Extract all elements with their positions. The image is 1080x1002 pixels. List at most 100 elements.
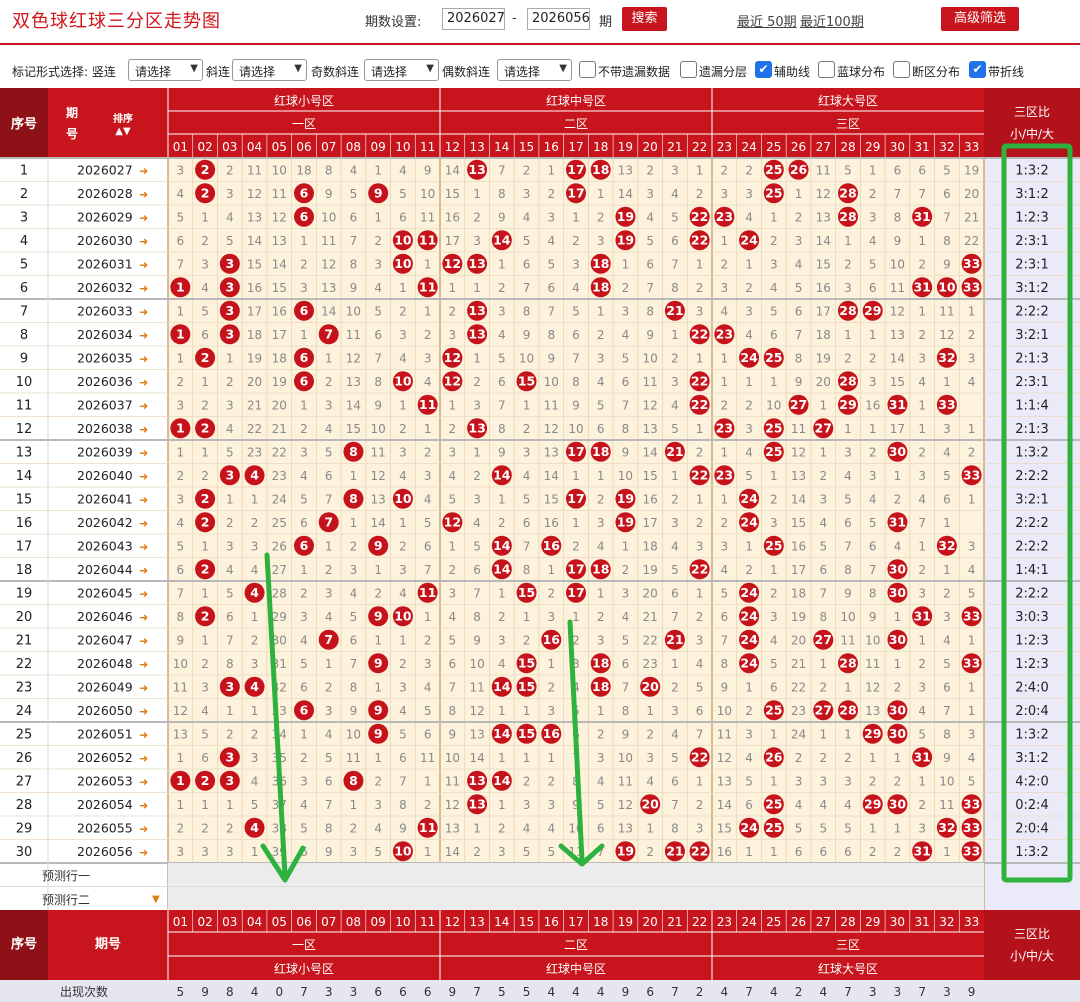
row-period: 2026040 xyxy=(77,468,133,483)
omission-value: 11 xyxy=(371,445,386,459)
omission-value: 3 xyxy=(523,445,531,459)
sort-label[interactable]: 排序 xyxy=(113,112,133,125)
period-arrow-icon[interactable]: ➜ xyxy=(139,658,148,671)
period-arrow-icon[interactable]: ➜ xyxy=(139,399,148,412)
ball-col-footer: 26 xyxy=(791,915,806,929)
omission-value: 22 xyxy=(272,445,287,459)
omission-value: 1 xyxy=(770,563,778,577)
row-seq: 27 xyxy=(16,774,33,789)
ball-col-footer: 25 xyxy=(766,915,781,929)
omission-value: 5 xyxy=(350,187,358,201)
period-arrow-icon[interactable]: ➜ xyxy=(139,470,148,483)
omission-value: 6 xyxy=(523,257,531,271)
period-arrow-icon[interactable]: ➜ xyxy=(139,211,148,224)
omission-value: 1 xyxy=(201,798,209,812)
omission-value: 2 xyxy=(498,516,506,530)
period-arrow-icon[interactable]: ➜ xyxy=(139,752,148,765)
row-seq: 15 xyxy=(16,492,33,507)
period-arrow-icon[interactable]: ➜ xyxy=(139,705,148,718)
period-arrow-icon[interactable]: ➜ xyxy=(139,235,148,248)
omission-value: 3 xyxy=(325,398,333,412)
period-arrow-icon[interactable]: ➜ xyxy=(139,540,148,553)
period-arrow-icon[interactable]: ➜ xyxy=(139,799,148,812)
omission-value: 1 xyxy=(819,445,827,459)
period-arrow-icon[interactable]: ➜ xyxy=(139,376,148,389)
omission-value: 10 xyxy=(717,704,732,718)
omission-value: 8 xyxy=(943,234,951,248)
footer-ratio-text: 三区比 xyxy=(1014,927,1050,941)
omission-value: 1 xyxy=(770,469,778,483)
omission-value: 6 xyxy=(201,751,209,765)
red-ball-number: 9 xyxy=(374,655,383,670)
omission-value: 4 xyxy=(597,539,605,553)
red-ball-number: 10 xyxy=(394,843,412,858)
omission-value: 10 xyxy=(766,398,781,412)
omission-value: 6 xyxy=(424,727,432,741)
period-arrow-icon[interactable]: ➜ xyxy=(139,681,148,694)
omission-value: 1 xyxy=(968,304,976,318)
period-arrow-icon[interactable]: ➜ xyxy=(139,493,148,506)
period-arrow-icon[interactable]: ➜ xyxy=(139,329,148,342)
omission-value: 10 xyxy=(865,633,880,647)
red-ball-number: 33 xyxy=(963,655,980,670)
omission-value: 1 xyxy=(424,845,432,859)
omission-value: 3 xyxy=(795,234,803,248)
omission-value: 4 xyxy=(449,610,457,624)
sort-icon[interactable]: ▲▼ xyxy=(115,126,131,137)
ball-col-footer: 02 xyxy=(197,915,212,929)
omission-value: 6 xyxy=(918,163,926,177)
period-arrow-icon[interactable]: ➜ xyxy=(139,305,148,318)
omission-value: 2 xyxy=(201,398,209,412)
omission-value: 1 xyxy=(943,845,951,859)
period-arrow-icon[interactable]: ➜ xyxy=(139,258,148,271)
period-arrow-icon[interactable]: ➜ xyxy=(139,564,148,577)
omission-value: 4 xyxy=(770,633,778,647)
predict-arrow-icon[interactable]: ▼ xyxy=(152,894,160,905)
omission-value: 7 xyxy=(523,281,531,295)
omission-value: 5 xyxy=(671,563,679,577)
row-zone-ratio: 1:2:3 xyxy=(1015,633,1049,648)
omission-value: 4 xyxy=(251,563,259,577)
omission-value: 4 xyxy=(374,281,382,295)
red-ball-number: 29 xyxy=(864,726,881,741)
footer-zone-group: 红球中号区 xyxy=(546,961,606,976)
period-arrow-icon[interactable]: ➜ xyxy=(139,352,148,365)
omission-value: 13 xyxy=(371,492,386,506)
period-arrow-icon[interactable]: ➜ xyxy=(139,188,148,201)
ball-col-footer: 19 xyxy=(618,915,633,929)
ball-col-footer: 33 xyxy=(964,915,979,929)
omission-value: 20 xyxy=(791,633,806,647)
omission-value: 12 xyxy=(643,398,658,412)
zone-name-header: 一区 xyxy=(292,117,316,131)
period-arrow-icon[interactable]: ➜ xyxy=(139,587,148,600)
omission-value: 2 xyxy=(597,610,605,624)
omission-value: 4 xyxy=(721,304,729,318)
period-arrow-icon[interactable]: ➜ xyxy=(139,611,148,624)
period-arrow-icon[interactable]: ➜ xyxy=(139,423,148,436)
omission-value: 3 xyxy=(177,845,185,859)
omission-value: 1 xyxy=(251,845,259,859)
period-arrow-icon[interactable]: ➜ xyxy=(139,728,148,741)
period-arrow-icon[interactable]: ➜ xyxy=(139,164,148,177)
omission-value: 19 xyxy=(643,563,658,577)
omission-value: 4 xyxy=(968,375,976,389)
period-arrow-icon[interactable]: ➜ xyxy=(139,775,148,788)
red-ball-number: 2 xyxy=(201,608,210,623)
period-arrow-icon[interactable]: ➜ xyxy=(139,446,148,459)
omission-value: 1 xyxy=(399,633,407,647)
row-period: 2026043 xyxy=(77,538,133,553)
omission-value: 1 xyxy=(325,539,333,553)
red-ball-number: 3 xyxy=(225,467,234,482)
period-arrow-icon[interactable]: ➜ xyxy=(139,517,148,530)
omission-value: 5 xyxy=(350,610,358,624)
period-arrow-icon[interactable]: ➜ xyxy=(139,282,148,295)
omission-value: 16 xyxy=(816,281,831,295)
row-seq: 7 xyxy=(20,304,28,319)
period-arrow-icon[interactable]: ➜ xyxy=(139,634,148,647)
omission-value: 7 xyxy=(622,680,630,694)
red-ball-number: 11 xyxy=(419,820,436,835)
omission-value: 2 xyxy=(498,821,506,835)
period-arrow-icon[interactable]: ➜ xyxy=(139,846,148,859)
omission-value: 3 xyxy=(350,563,358,577)
period-arrow-icon[interactable]: ➜ xyxy=(139,822,148,835)
